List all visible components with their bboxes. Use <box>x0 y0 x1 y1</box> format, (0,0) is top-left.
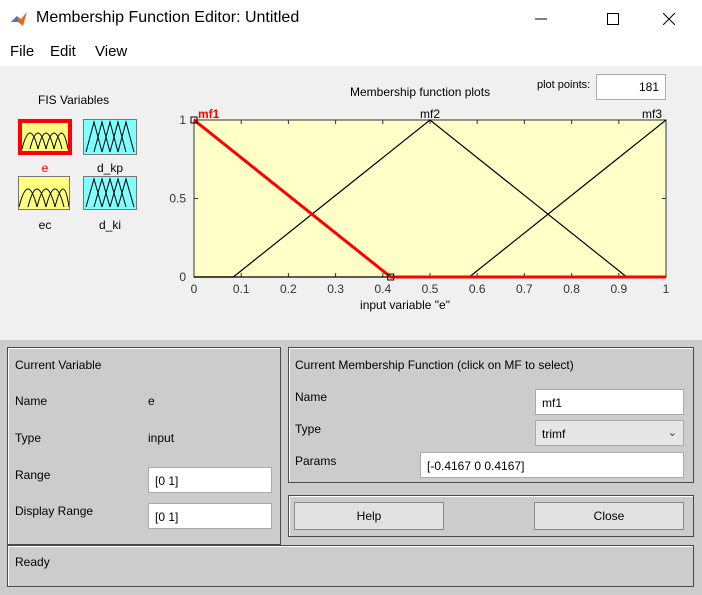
x-tick-label: 0.3 <box>327 282 344 296</box>
lower-area: Current Variable Name e Type input Range… <box>0 340 702 595</box>
status-panel: Ready <box>7 545 694 587</box>
fis-variable-d_kp[interactable] <box>83 119 137 155</box>
mf-type-select[interactable]: trimf ⌄ <box>535 420 684 446</box>
menu-bar: File Edit View <box>0 38 702 66</box>
fis-variable-d_kp-label: d_kp <box>96 161 124 175</box>
x-tick-label: 0 <box>191 282 198 296</box>
mf-type-value: trimf <box>542 427 566 441</box>
mf-label-mf1: mf1 <box>198 107 220 121</box>
x-axis-label: input variable "e" <box>360 298 450 312</box>
input-mf-icon <box>19 188 69 208</box>
mf-label-mf2: mf2 <box>420 107 440 121</box>
x-tick-label: 0.2 <box>280 282 297 296</box>
y-tick-label: 0.5 <box>169 192 186 206</box>
fis-variable-ec-label: ec <box>38 218 52 232</box>
fis-variable-e[interactable] <box>18 119 72 155</box>
close-button[interactable]: Close <box>534 502 684 530</box>
chevron-down-icon: ⌄ <box>667 427 677 439</box>
fis-variable-e-label: e <box>41 161 49 175</box>
plot-title: Membership function plots <box>350 85 491 99</box>
minimize-button[interactable] <box>518 0 564 38</box>
y-tick-label: 1 <box>179 113 186 127</box>
mf-params-label: Params <box>295 454 337 468</box>
minimize-icon <box>535 18 547 20</box>
menu-file[interactable]: File <box>10 43 34 60</box>
x-tick-label: 1 <box>663 282 670 296</box>
current-mf-panel: Current Membership Function (click on MF… <box>288 347 694 483</box>
cv-name-label: Name <box>15 394 48 408</box>
mf-label-mf3: mf3 <box>642 107 662 121</box>
menu-view[interactable]: View <box>95 43 127 60</box>
plot-area <box>193 119 667 278</box>
help-button[interactable]: Help <box>294 502 444 530</box>
output-mf-icon <box>85 177 135 208</box>
range-field[interactable]: [0 1] <box>148 467 272 493</box>
mf-type-label: Type <box>295 422 322 436</box>
matlab-icon <box>11 12 27 26</box>
membership-function-plot[interactable]: 0 0.1 0.2 0.3 0.4 0.5 0.6 0.7 0.8 0.9 1 0 0.5 1 input … <box>160 106 680 338</box>
cv-range-label: Range <box>15 468 51 482</box>
x-tick-label: 0.7 <box>516 282 533 296</box>
mf-name-label: Name <box>295 390 328 404</box>
x-tick-label: 0.6 <box>469 282 486 296</box>
cv-type-label: Type <box>15 431 42 445</box>
current-variable-panel: Current Variable Name e Type input Range… <box>7 347 281 545</box>
cv-type-value: input <box>148 431 175 445</box>
close-window-button[interactable] <box>646 0 692 38</box>
x-tick-label: 0.4 <box>374 282 391 296</box>
x-tick-label: 0.5 <box>422 282 439 296</box>
menu-edit[interactable]: Edit <box>50 43 76 60</box>
fis-variable-d_ki-label: d_ki <box>98 218 121 232</box>
cv-name-value: e <box>148 394 155 408</box>
cv-display-range-label: Display Range <box>15 504 94 518</box>
display-range-field[interactable]: [0 1] <box>148 503 272 529</box>
y-tick-label: 0 <box>179 270 186 284</box>
button-panel: Help Close <box>288 495 694 537</box>
mf-params-field[interactable]: [-0.4167 0 0.4167] <box>420 452 684 478</box>
mf-name-field[interactable]: mf1 <box>535 389 684 415</box>
status-text: Ready <box>15 555 50 569</box>
x-tick-label: 0.9 <box>610 282 627 296</box>
fis-variable-d_ki[interactable] <box>83 176 137 210</box>
plot-points-label: plot points: <box>537 79 591 91</box>
maximize-button[interactable] <box>590 0 636 38</box>
fis-variables-label: FIS Variables <box>38 93 110 107</box>
plot-points-input[interactable] <box>596 74 666 100</box>
x-tick-label: 0.1 <box>233 282 250 296</box>
upper-area: FIS Variables e d_kp ec d_ki Membership … <box>0 66 702 340</box>
window-title: Membership Function Editor: Untitled <box>36 9 300 26</box>
x-tick-label: 0.8 <box>563 282 580 296</box>
fis-variable-ec[interactable] <box>18 176 70 210</box>
current-mf-title: Current Membership Function (click on MF… <box>295 358 574 372</box>
maximize-icon <box>607 13 619 25</box>
title-bar: Membership Function Editor: Untitled <box>0 0 702 38</box>
output-mf-icon <box>85 120 135 153</box>
current-variable-title: Current Variable <box>15 358 102 372</box>
close-icon <box>663 13 675 25</box>
input-mf-icon <box>22 132 68 150</box>
